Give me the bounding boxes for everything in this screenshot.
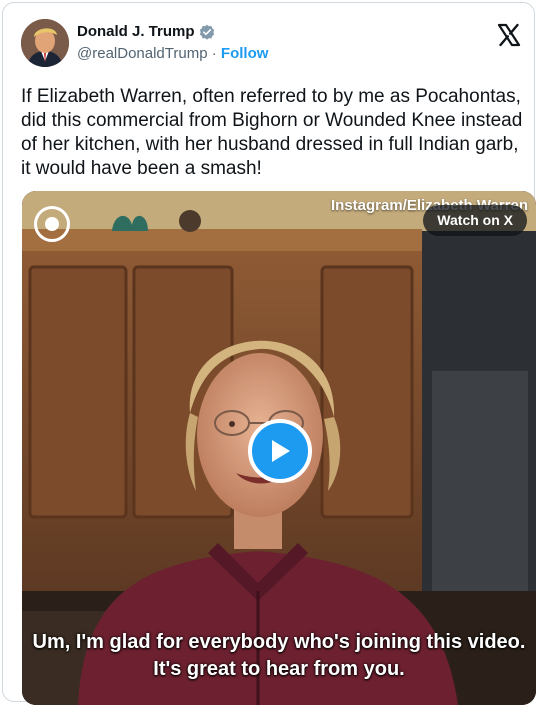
watch-on-x-button[interactable]: Watch on X <box>423 205 527 236</box>
avatar[interactable] <box>21 19 69 67</box>
play-button[interactable] <box>248 419 312 483</box>
verified-badge-icon <box>199 24 215 40</box>
cbs-eye-logo-icon <box>34 206 70 242</box>
author-handle[interactable]: @realDonaldTrump <box>77 45 208 62</box>
handle-separator: · <box>207 45 221 62</box>
tweet-text: If Elizabeth Warren, often referred to b… <box>21 86 523 179</box>
x-logo-icon[interactable] <box>497 23 521 47</box>
author-name[interactable]: Donald J. Trump <box>77 23 195 40</box>
handle-line: @realDonaldTrump · Follow <box>77 45 268 62</box>
tweet-header: Donald J. Trump @realDonaldTrump · Follo… <box>21 19 521 75</box>
caption-line: Um, I'm glad for everybody who's joining… <box>32 631 526 653</box>
caption-line: It's great to hear from you. <box>153 658 405 680</box>
tweet-card[interactable]: Donald J. Trump @realDonaldTrump · Follo… <box>2 2 536 705</box>
follow-button[interactable]: Follow <box>221 45 269 62</box>
author-name-line: Donald J. Trump <box>77 23 215 40</box>
video-caption: Um, I'm glad for everybody who's joining… <box>22 629 536 683</box>
play-icon <box>272 440 290 462</box>
video-player[interactable]: Instagram/Elizabeth Warren Watch on X Um… <box>22 191 536 705</box>
